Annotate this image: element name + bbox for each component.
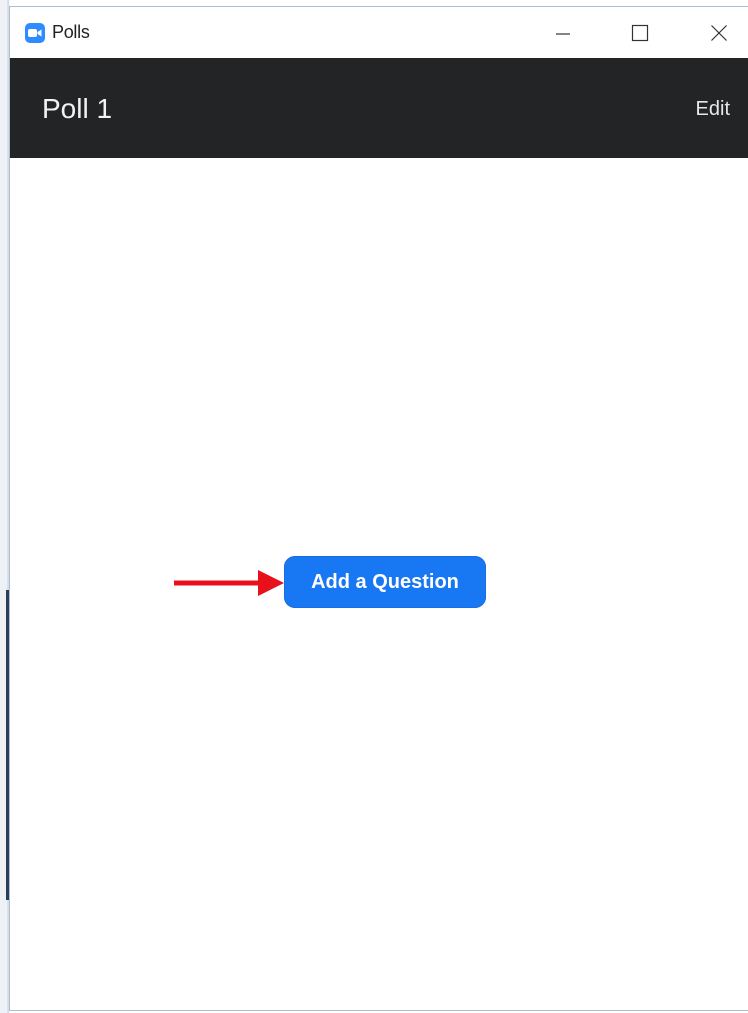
screen: Polls Poll 1 Edit Add a Question <box>0 0 748 1013</box>
zoom-app-icon <box>25 23 45 43</box>
minimize-button[interactable] <box>540 15 586 51</box>
maximize-icon <box>631 24 649 42</box>
poll-content: Add a Question <box>10 158 748 1010</box>
close-icon <box>711 25 727 41</box>
edit-button[interactable]: Edit <box>696 98 730 121</box>
title-bar: Polls <box>10 7 748 58</box>
minimize-icon <box>556 33 570 35</box>
add-question-button[interactable]: Add a Question <box>284 556 486 608</box>
poll-header: Poll 1 Edit <box>10 58 748 158</box>
window-title: Polls <box>52 22 90 42</box>
poll-title: Poll 1 <box>42 93 113 124</box>
polls-window: Polls Poll 1 Edit Add a Question <box>9 6 748 1011</box>
red-arrow-icon <box>174 570 284 596</box>
maximize-button[interactable] <box>617 15 663 51</box>
close-button[interactable] <box>696 15 742 51</box>
